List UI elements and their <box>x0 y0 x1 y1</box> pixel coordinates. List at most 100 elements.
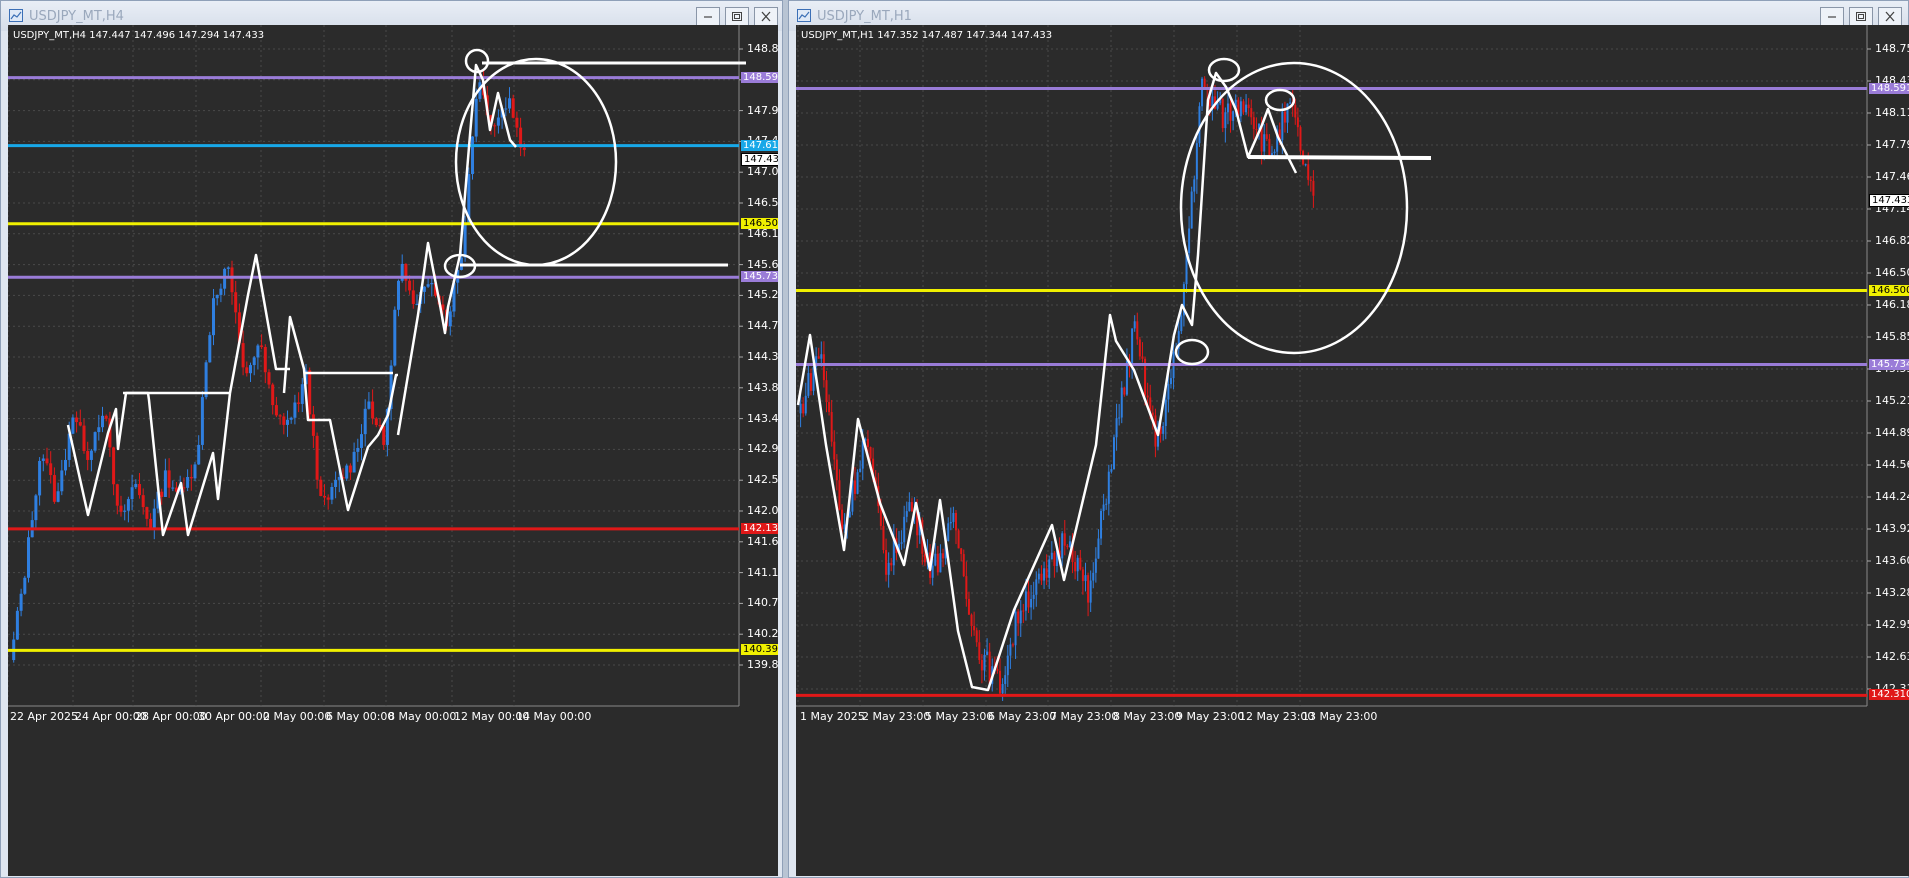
price-tick-label: 143.600 <box>1875 554 1909 567</box>
candle-body <box>936 553 939 573</box>
time-tick-label: 2 May 23:00 <box>862 710 931 723</box>
restore-button[interactable] <box>725 7 749 26</box>
candle-body <box>1063 533 1066 546</box>
price-tick-label: 142.970 <box>747 442 778 456</box>
candle-body <box>1061 533 1064 559</box>
candle-body <box>954 512 957 531</box>
price-tick-label: 144.245 <box>1875 490 1909 503</box>
candle-body <box>1027 591 1030 608</box>
candle-body <box>104 415 108 419</box>
candle-body <box>1048 559 1051 578</box>
candle-body <box>141 495 145 508</box>
price-tick-label: 142.070 <box>747 504 778 517</box>
candle-body <box>101 415 104 428</box>
chart-window-h4[interactable]: USDJPY_MT,H4 USDJPY_MT,H4 147.447 147.49… <box>0 0 783 878</box>
candle-body <box>123 510 127 512</box>
price-tick-label: 143.415 <box>747 411 778 425</box>
time-tick-label: 13 May 23:00 <box>1302 710 1378 723</box>
price-tick-label: 141.620 <box>747 534 778 548</box>
candle-body <box>130 487 134 500</box>
annotation-circle <box>1207 57 1241 83</box>
candle-body <box>263 346 267 373</box>
candle-body <box>1100 510 1103 539</box>
candle-body <box>885 550 888 575</box>
minimize-button[interactable] <box>1820 7 1844 26</box>
time-tick-label: 14 May 00:00 <box>516 710 592 723</box>
candle-body <box>348 465 352 473</box>
candle-body <box>931 565 934 578</box>
candle-body <box>939 553 942 573</box>
chart-window-h1[interactable]: USDJPY_MT,H1 USDJPY_MT,H1 147.352 147.48… <box>788 0 1909 878</box>
price-tick-label: 147.790 <box>1875 138 1909 151</box>
candle-body <box>1169 378 1172 385</box>
candle-body <box>241 343 245 368</box>
candle-body <box>903 516 906 543</box>
candle-body <box>1273 151 1276 154</box>
candle-body <box>833 441 836 460</box>
candle-body <box>799 403 802 414</box>
candle-body <box>382 426 386 445</box>
candle-body <box>363 408 367 435</box>
candle-body <box>960 548 963 555</box>
level-price-label: 145.734 <box>1869 358 1909 370</box>
candle-body <box>1255 129 1258 131</box>
candle-body <box>1167 384 1170 400</box>
candle-body <box>1118 417 1121 419</box>
candle-body <box>970 614 973 626</box>
candle-body <box>223 268 227 289</box>
restore-button[interactable] <box>1849 7 1873 26</box>
candle-body <box>1201 78 1204 107</box>
candle-body <box>89 450 93 460</box>
price-tick-label: 142.635 <box>1875 650 1909 663</box>
candle-body <box>371 401 375 419</box>
candle-body <box>297 402 301 404</box>
close-button[interactable] <box>754 7 778 26</box>
candle-body <box>1115 418 1118 438</box>
price-tick-label: 145.210 <box>1875 394 1909 407</box>
candle-body <box>360 434 363 448</box>
candle-body <box>234 292 238 313</box>
candle-body <box>64 459 67 471</box>
candle-body <box>1107 471 1110 504</box>
h4-chart-plot[interactable]: USDJPY_MT,H4 147.447 147.496 147.294 147… <box>8 25 778 876</box>
candle-body <box>274 405 278 416</box>
candle-body <box>1224 112 1227 129</box>
candle-body <box>1009 644 1012 656</box>
candle-body <box>910 502 913 512</box>
candle-body <box>463 222 467 258</box>
minimize-button[interactable] <box>696 7 720 26</box>
annotation-path <box>282 315 398 512</box>
candle-body <box>286 419 289 425</box>
candle-body <box>374 418 378 426</box>
candle-body <box>378 425 382 427</box>
candle-body <box>1304 164 1307 166</box>
price-tick-label: 146.110 <box>747 226 778 240</box>
candle-body <box>965 576 968 599</box>
candle-body <box>905 511 908 517</box>
candle-body <box>293 402 297 418</box>
candle-body <box>282 416 286 425</box>
time-tick-label: 1 May 2025 <box>800 710 865 723</box>
candle-body <box>1164 399 1167 426</box>
price-tick-label: 145.855 <box>1875 330 1909 343</box>
level-price-label: 148.591 <box>741 71 778 83</box>
candle-body <box>496 117 500 126</box>
price-tick-label: 142.955 <box>1875 618 1909 631</box>
price-tick-label: 146.820 <box>1875 234 1909 247</box>
time-tick-label: 8 May 00:00 <box>388 710 457 723</box>
price-tick-label: 143.865 <box>747 380 778 394</box>
price-tick-label: 146.555 <box>747 196 778 209</box>
close-button[interactable] <box>1878 7 1902 26</box>
annotation-path <box>1247 155 1432 160</box>
candle-body <box>311 414 315 436</box>
candle-body <box>1296 117 1299 128</box>
h1-chart-plot[interactable]: USDJPY_MT,H1 147.352 147.487 147.344 147… <box>796 25 1909 876</box>
candle-body <box>1019 610 1022 624</box>
candle-body <box>215 294 219 299</box>
price-tick-label: 140.275 <box>747 627 778 641</box>
candle-body <box>1162 425 1165 434</box>
candle-body <box>1089 580 1092 603</box>
candle-body <box>408 280 412 291</box>
time-tick-label: 5 May 23:00 <box>925 710 994 723</box>
candle-body <box>900 542 903 544</box>
